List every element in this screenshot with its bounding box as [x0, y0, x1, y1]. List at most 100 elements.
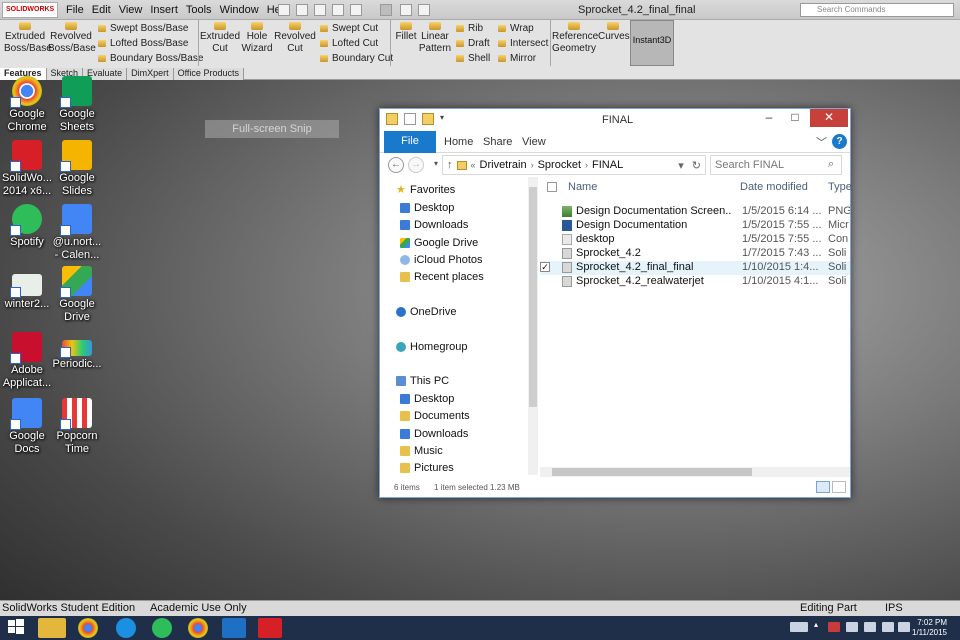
volume-icon[interactable]	[898, 622, 910, 632]
navigation-scrollbar[interactable]	[528, 177, 538, 475]
large-icons-view-icon[interactable]	[832, 481, 846, 493]
desktop-icon-spotify[interactable]: Spotify	[0, 204, 54, 249]
boundary-cut-button[interactable]: Boundary Cut	[318, 52, 393, 66]
revolved-cut-button[interactable]: Revolved Cut	[274, 22, 316, 55]
undo-icon[interactable]	[350, 4, 362, 16]
nav-homegroup[interactable]: Homegroup	[396, 340, 467, 354]
unit-system[interactable]: IPS	[885, 602, 903, 614]
revolved-boss-button[interactable]: Revolved Boss/Base	[48, 22, 96, 55]
file-row[interactable]: Sprocket_4.2_realwaterjet 1/10/2015 4:1.…	[540, 275, 850, 289]
intersect-button[interactable]: Intersect	[496, 37, 548, 51]
nav-favorites[interactable]: ★ Favorites	[396, 183, 455, 197]
nav-favorites-downloads[interactable]: Downloads	[400, 218, 468, 232]
network-icon[interactable]	[864, 622, 876, 632]
minimize-button[interactable]: –	[756, 109, 782, 127]
dropdown-icon[interactable]: ▾	[674, 159, 688, 172]
nav-recent-places[interactable]: Recent places	[400, 270, 484, 284]
select-icon[interactable]	[380, 4, 392, 16]
menu-view[interactable]: View	[115, 3, 147, 19]
draft-button[interactable]: Draft	[454, 37, 490, 51]
menu-tools[interactable]: Tools	[182, 3, 216, 19]
nav-onedrive[interactable]: OneDrive	[396, 305, 456, 319]
chrome-taskbar-icon[interactable]	[78, 618, 98, 638]
file-explorer-taskbar-icon[interactable]	[38, 618, 66, 638]
new-folder-icon[interactable]	[422, 113, 434, 125]
reference-geometry-button[interactable]: Reference Geometry	[552, 22, 598, 55]
nav-pc-downloads[interactable]: Downloads	[400, 427, 468, 441]
clock[interactable]: 7:02 PM 1/11/2015	[912, 618, 947, 638]
desktop-icon-adobe[interactable]: Adobe Applicat...	[0, 332, 54, 390]
desktop-icon-google-chrome[interactable]: Google Chrome	[0, 76, 54, 134]
shell-button[interactable]: Shell	[454, 52, 490, 66]
file-row[interactable]: Design Documentation Screen... 1/5/2015 …	[540, 205, 850, 219]
address-bar[interactable]: ↑ « Drivetrain › Sprocket › FINAL ▾ ↻	[442, 155, 706, 175]
search-commands-input[interactable]: Search Commands	[800, 3, 954, 17]
desktop-icon-google-slides[interactable]: Google Slides	[50, 140, 104, 198]
help-button[interactable]: ?	[832, 134, 847, 149]
open-icon[interactable]	[296, 4, 308, 16]
breadcrumb-drivetrain[interactable]: Drivetrain	[476, 159, 531, 171]
file-row[interactable]: Sprocket_4.2 1/7/2015 7:43 ... Soli	[540, 247, 850, 261]
desktop-icon-solidworks[interactable]: SolidWo... 2014 x6...	[0, 140, 54, 198]
search-input[interactable]: Search FINAL	[710, 155, 842, 175]
mail-taskbar-icon[interactable]	[222, 618, 246, 638]
properties-icon[interactable]	[404, 113, 416, 125]
desktop-icon-popcorn-time[interactable]: Popcorn Time	[50, 398, 104, 456]
details-view-icon[interactable]	[816, 481, 830, 493]
breadcrumb-sprocket[interactable]: Sprocket	[534, 159, 585, 171]
action-center-icon[interactable]	[846, 622, 858, 632]
desktop-icon-google-docs[interactable]: Google Docs	[0, 398, 54, 456]
mirror-button[interactable]: Mirror	[496, 52, 536, 66]
menu-window[interactable]: Window	[216, 3, 263, 19]
file-row[interactable]: desktop 1/5/2015 7:55 ... Con	[540, 233, 850, 247]
desktop-icon-google-sheets[interactable]: Google Sheets	[50, 76, 104, 134]
forward-button[interactable]: →	[408, 157, 424, 173]
tab-share[interactable]: Share	[483, 136, 512, 148]
boundary-boss-button[interactable]: Boundary Boss/Base	[96, 52, 203, 66]
rebuild-icon[interactable]	[400, 4, 412, 16]
up-arrow-icon[interactable]: ↑	[443, 159, 457, 171]
select-all-checkbox[interactable]	[547, 182, 557, 192]
tab-home[interactable]: Home	[444, 136, 473, 148]
fillet-button[interactable]: Fillet	[394, 22, 418, 43]
file-row-selected[interactable]: ✓ Sprocket_4.2_final_final 1/10/2015 1:4…	[540, 261, 850, 275]
options-icon[interactable]	[418, 4, 430, 16]
rib-button[interactable]: Rib	[454, 22, 483, 36]
tab-view[interactable]: View	[522, 136, 546, 148]
desktop-icon-periodic[interactable]: Periodic...	[50, 340, 104, 371]
new-icon[interactable]	[278, 4, 290, 16]
internet-explorer-taskbar-icon[interactable]	[116, 618, 136, 638]
nav-pc-documents[interactable]: Documents	[400, 409, 470, 423]
desktop-icon-google-drive[interactable]: Google Drive	[50, 266, 104, 324]
nav-google-drive[interactable]: Google Drive	[400, 236, 478, 250]
instant3d-button[interactable]: Instant3D	[630, 20, 674, 66]
close-button[interactable]: ✕	[810, 109, 848, 127]
nav-pc-pictures[interactable]: Pictures	[400, 461, 454, 475]
desktop-icon-calendar[interactable]: @u.nort... - Calen...	[50, 204, 104, 262]
battery-icon[interactable]	[882, 622, 894, 632]
chrome-taskbar-icon[interactable]	[188, 618, 208, 638]
extruded-cut-button[interactable]: Extruded Cut	[200, 22, 240, 55]
refresh-icon[interactable]: ↻	[688, 159, 705, 172]
chevron-down-icon[interactable]: ▾	[440, 113, 452, 125]
column-header-name[interactable]: Name	[568, 181, 597, 193]
menu-insert[interactable]: Insert	[146, 3, 182, 19]
chevron-up-icon[interactable]: ▴	[814, 620, 822, 630]
keyboard-icon[interactable]	[790, 622, 808, 632]
lofted-boss-button[interactable]: Lofted Boss/Base	[96, 37, 188, 51]
extruded-boss-button[interactable]: Extruded Boss/Base	[4, 22, 52, 55]
swept-boss-button[interactable]: Swept Boss/Base	[96, 22, 188, 36]
back-button[interactable]: ←	[388, 157, 404, 173]
lofted-cut-button[interactable]: Lofted Cut	[318, 37, 378, 51]
horizontal-scrollbar[interactable]	[540, 467, 850, 477]
print-icon[interactable]	[332, 4, 344, 16]
tab-file[interactable]: File	[384, 131, 436, 153]
tray-app-icon[interactable]	[828, 622, 840, 632]
menu-file[interactable]: File	[62, 3, 88, 19]
breadcrumb-final[interactable]: FINAL	[588, 159, 627, 171]
menu-edit[interactable]: Edit	[88, 3, 115, 19]
scrollbar-thumb[interactable]	[529, 187, 537, 407]
curves-button[interactable]: Curves	[598, 22, 630, 43]
nav-pc-desktop[interactable]: Desktop	[400, 392, 454, 406]
file-row[interactable]: Design Documentation 1/5/2015 7:55 ... M…	[540, 219, 850, 233]
